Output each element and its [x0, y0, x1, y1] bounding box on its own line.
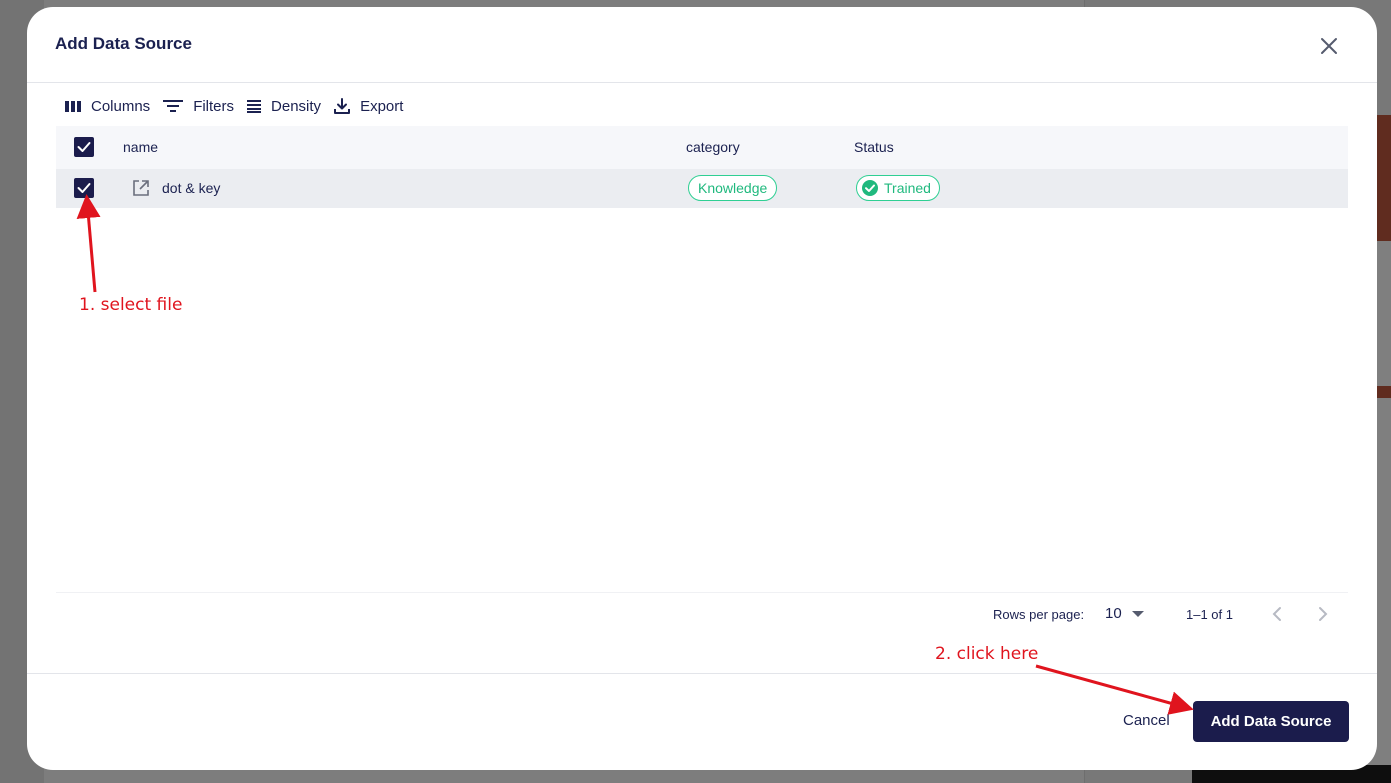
filters-button[interactable]: Filters: [162, 98, 234, 115]
columns-button[interactable]: Columns: [64, 98, 150, 115]
pagination-range: 1–1 of 1: [1186, 607, 1233, 622]
chevron-right-icon: [1319, 607, 1328, 621]
export-button[interactable]: Export: [333, 97, 403, 115]
add-data-source-button[interactable]: Add Data Source: [1193, 701, 1349, 742]
annotation-step2: 2. click here: [935, 644, 1039, 664]
cancel-button[interactable]: Cancel: [1123, 712, 1170, 729]
columns-label: Columns: [91, 97, 151, 115]
checkmark-icon: [77, 183, 91, 193]
grid-header: name category Status: [56, 126, 1348, 169]
annotation-step1: 1. select file: [79, 295, 183, 315]
category-label: Knowledge: [698, 180, 768, 196]
pagination-range-text: 1–1 of 1: [1186, 607, 1233, 622]
filters-label: Filters: [193, 97, 235, 115]
density-icon: [247, 100, 262, 113]
dialog-footer-divider: [27, 673, 1377, 674]
columns-icon: [65, 101, 81, 112]
export-label: Export: [360, 97, 404, 115]
rows-per-page-select[interactable]: 10: [1105, 605, 1146, 622]
check-circle-icon: [862, 180, 878, 196]
row-name: dot & key: [162, 180, 221, 196]
select-all-checkbox[interactable]: [74, 137, 94, 157]
rows-per-page-text: Rows per page:: [993, 607, 1085, 622]
density-label: Density: [271, 97, 322, 115]
grid-toolbar: Columns Filters Density Export: [64, 95, 415, 117]
column-header-name[interactable]: name: [123, 139, 158, 155]
previous-page-button[interactable]: [1270, 605, 1284, 623]
category-chip: Knowledge: [688, 175, 778, 201]
download-icon: [334, 98, 351, 114]
table-row[interactable]: dot & key Knowledge Trained: [56, 169, 1348, 208]
rows-per-page-value: 10: [1105, 605, 1122, 622]
add-data-source-dialog: Add Data Source Columns Filters Density …: [27, 7, 1377, 770]
row-checkbox[interactable]: [74, 178, 94, 198]
dialog-title: Add Data Source: [55, 34, 192, 53]
next-page-button[interactable]: [1316, 605, 1330, 623]
row-name-cell: dot & key: [132, 179, 220, 197]
filter-icon: [163, 100, 184, 112]
dialog-header: Add Data Source: [27, 7, 1377, 83]
dropdown-arrow-icon: [1131, 610, 1144, 617]
close-icon: [1321, 38, 1337, 54]
column-header-status[interactable]: Status: [854, 139, 894, 155]
close-button[interactable]: [1315, 32, 1343, 60]
density-button[interactable]: Density: [246, 98, 321, 115]
checkmark-icon: [77, 142, 91, 152]
status-label: Trained: [884, 180, 931, 196]
chevron-left-icon: [1272, 607, 1281, 621]
status-chip: Trained: [856, 175, 940, 201]
data-grid: name category Status dot & key Knowledge: [56, 126, 1348, 646]
column-header-category[interactable]: category: [686, 139, 740, 155]
open-in-new-icon[interactable]: [132, 179, 150, 197]
rows-per-page-label: Rows per page:: [993, 607, 1084, 622]
grid-footer-divider: [56, 592, 1348, 593]
